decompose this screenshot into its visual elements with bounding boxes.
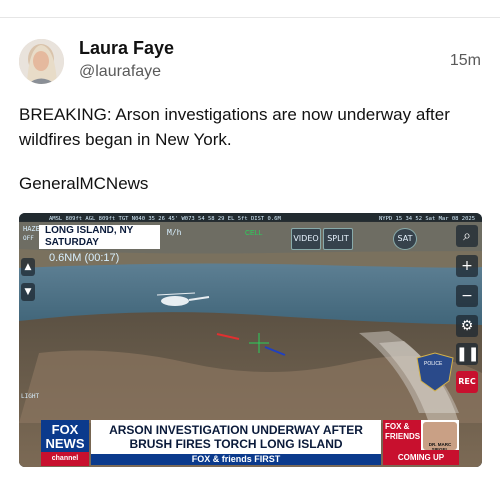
author-name[interactable]: Laura Faye xyxy=(79,38,174,59)
distance-readout: 0.6NM (00:17) xyxy=(49,252,119,264)
location-text: LONG ISLAND, NY xyxy=(45,225,134,236)
news-ticker: FOX & friends FIRST xyxy=(91,454,381,465)
fox-logo-bottom: NEWS xyxy=(45,436,85,451)
record-button[interactable]: REC xyxy=(456,371,478,393)
zoom-search-icon[interactable]: ⌕ xyxy=(456,225,478,247)
sat-button[interactable]: SAT xyxy=(393,228,417,250)
location-caption: LONG ISLAND, NY SATURDAY xyxy=(39,225,160,249)
arrow-up-icon[interactable]: ▲ xyxy=(21,258,35,276)
settings-gear-icon[interactable]: ⚙ xyxy=(456,315,478,337)
hud-top-readout: AMSL 809ft AGL 809ft TGT N040 35 26 45' … xyxy=(49,216,281,222)
author-handle[interactable]: @laurafaye xyxy=(79,63,161,81)
promo-coming-up: COMING UP xyxy=(383,450,459,465)
off-label: OFF xyxy=(23,235,34,242)
zoom-in-icon[interactable]: + xyxy=(456,255,478,277)
speed-unit: M/h xyxy=(167,228,182,237)
post-video[interactable]: AMSL 809ft AGL 809ft TGT N040 35 26 45' … xyxy=(19,213,482,467)
top-divider xyxy=(0,17,500,18)
pause-icon[interactable]: ❚❚ xyxy=(456,343,479,365)
post-tag: GeneralMCNews xyxy=(19,174,149,193)
fox-news-logo: FOX NEWS channel xyxy=(41,420,89,466)
fox-logo-top: FOX xyxy=(51,422,79,437)
post-text: BREAKING: Arson investigations are now u… xyxy=(19,105,450,149)
fox-logo-sub: channel xyxy=(41,452,89,466)
light-label: LIGHT xyxy=(21,393,39,400)
video-mode-button[interactable]: VIDEO xyxy=(291,228,321,250)
cell-label: CELL xyxy=(245,230,263,237)
hud-top-right-readout: NYPD 15 34 52 Sat Mar 08 2025 xyxy=(379,216,475,222)
day-text: SATURDAY xyxy=(45,237,99,248)
promo-box: FOX & FRIENDS DR. MARC SIEGEL COMING UP xyxy=(383,420,459,465)
avatar-image xyxy=(19,39,64,84)
haze-label: HAZE xyxy=(23,225,40,233)
author-avatar[interactable] xyxy=(19,39,64,84)
post-timestamp[interactable]: 15m xyxy=(450,52,481,70)
split-mode-button[interactable]: SPLIT xyxy=(323,228,353,250)
svg-text:POLICE: POLICE xyxy=(424,361,443,367)
promo-show: FOX & FRIENDS xyxy=(383,420,421,450)
zoom-out-icon[interactable]: − xyxy=(456,285,478,307)
news-headline: ARSON INVESTIGATION UNDERWAY AFTER BRUSH… xyxy=(91,420,381,455)
arrow-down-icon[interactable]: ▼ xyxy=(21,283,35,301)
